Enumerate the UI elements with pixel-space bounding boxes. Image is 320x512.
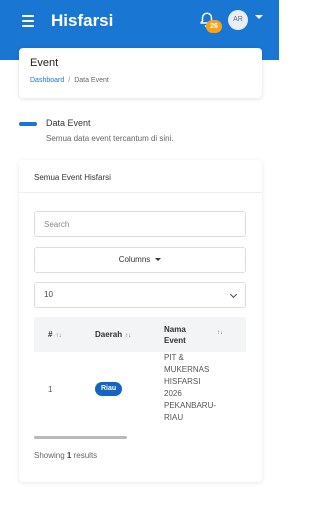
section-title: Data Event: [46, 118, 91, 128]
column-header-event-name[interactable]: Nama Event: [164, 324, 196, 346]
column-header-number[interactable]: # ↑↓: [48, 330, 61, 339]
caret-down-icon: [155, 258, 162, 262]
page-length-value: 10: [44, 290, 53, 299]
sort-icon: ↑↓: [125, 333, 132, 339]
chevron-down-icon: [229, 290, 238, 299]
page-length-select[interactable]: 10: [34, 282, 246, 308]
horizontal-scrollbar[interactable]: [34, 436, 127, 439]
table-header: # ↑↓ Daerah ↑↓ Nama Event ↑↓: [34, 317, 246, 352]
region-badge: Riau: [95, 382, 123, 396]
table-row[interactable]: 1 Riau PIT & MUKERNAS HISFARSI 2026 PEKA…: [34, 352, 246, 429]
page-title: Event: [30, 57, 59, 69]
breadcrumb-current: Data Event: [74, 77, 109, 84]
event-name: PIT & MUKERNAS HISFARSI 2026 PEKANBARU-R…: [164, 353, 217, 422]
sort-icon[interactable]: ↑↓: [217, 330, 223, 336]
notification-count-badge: 26: [206, 20, 222, 33]
row-number: 1: [48, 385, 53, 394]
page-header-card: Event Dashboard / Data Event: [19, 48, 262, 98]
section-description: Semua data event tercantum di sini.: [46, 134, 174, 143]
column-header-region[interactable]: Daerah ↑↓: [95, 330, 131, 339]
search-input[interactable]: [34, 211, 246, 237]
user-avatar[interactable]: AR: [228, 10, 248, 30]
results-count: 1: [66, 451, 72, 460]
events-table: # ↑↓ Daerah ↑↓ Nama Event ↑↓ 1 Riau PIT & …: [34, 317, 246, 429]
chevron-down-icon[interactable]: [255, 15, 263, 19]
card-title: Semua Event Hisfarsi: [34, 173, 111, 182]
events-card: Semua Event Hisfarsi Columns 10 #↑↓ Daer…: [19, 160, 262, 482]
results-summary: Showing 1 results: [34, 451, 98, 460]
sort-icon: ↑↓: [55, 333, 62, 339]
breadcrumb-separator: /: [68, 77, 71, 84]
section-accent-bar: [19, 122, 37, 126]
breadcrumb-dashboard-link[interactable]: Dashboard: [30, 77, 64, 84]
menu-icon[interactable]: [22, 15, 34, 27]
card-divider: [19, 192, 262, 193]
columns-label: Columns: [118, 255, 151, 264]
brand-title[interactable]: Hisfarsi: [51, 11, 113, 31]
breadcrumb: Dashboard / Data Event: [30, 77, 109, 84]
columns-button[interactable]: Columns: [34, 247, 246, 273]
